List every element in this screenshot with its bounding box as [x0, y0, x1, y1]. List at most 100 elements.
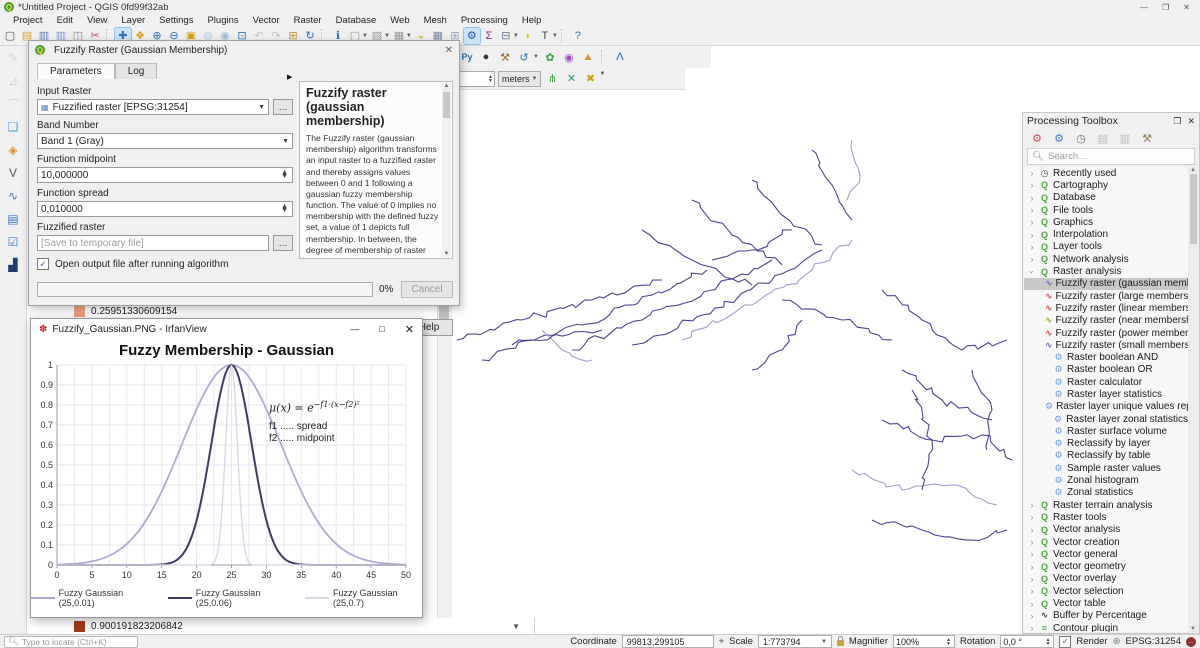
menu-settings[interactable]: Settings [152, 15, 200, 26]
tree-expander-icon[interactable]: › [1028, 586, 1036, 596]
node-tool-icon[interactable]: ⌒ [5, 96, 21, 112]
close-icon[interactable]: ✕ [405, 323, 414, 336]
lock-scale-icon[interactable] [837, 640, 844, 646]
map-tip-bubble-icon[interactable]: ◗ [520, 28, 536, 44]
input-raster-combo[interactable]: ▦ Fuzzified raster [EPSG:31254] ▼ [37, 99, 269, 115]
chevron-down-icon[interactable]: ▼ [533, 54, 539, 60]
spinner-arrows-icon[interactable]: ▲▼ [1045, 638, 1051, 646]
tree-expander-icon[interactable]: › [1028, 168, 1036, 178]
toolbox-item-cartography[interactable]: ›QCartography [1024, 179, 1188, 191]
tree-expander-icon[interactable]: › [1028, 574, 1036, 584]
close-icon[interactable]: ✕ [1183, 3, 1190, 12]
help-scrollbar[interactable]: ▲ ▼ [442, 83, 451, 257]
tab-parameters[interactable]: Parameters [37, 63, 115, 79]
toolbox-item-reclassify-by-table[interactable]: ⚙Reclassify by table [1024, 450, 1188, 462]
tree-expander-icon[interactable]: › [1028, 205, 1036, 215]
toolbox-models-icon[interactable]: ⚙ [1029, 130, 1045, 146]
menu-raster[interactable]: Raster [287, 15, 329, 26]
render-checkbox[interactable]: ✓ [1059, 636, 1071, 648]
scroll-down-icon[interactable]: ▼ [1190, 626, 1196, 632]
toolbox-item-layer-tools[interactable]: ›QLayer tools [1024, 241, 1188, 253]
spinner-arrows-icon[interactable]: ▲▼ [946, 638, 952, 646]
chevron-down-icon[interactable]: ▼ [406, 33, 412, 39]
toolbox-item-vector-table[interactable]: ›QVector table [1024, 597, 1188, 609]
units-combo[interactable]: meters ▼ [498, 71, 541, 87]
menu-view[interactable]: View [80, 15, 114, 26]
mouse-position-icon[interactable]: ⌖ [719, 636, 724, 647]
dialog-titlebar[interactable]: Q Fuzzify Raster (Gaussian Membership) ✕ [29, 41, 459, 59]
tree-expander-icon[interactable]: › [1028, 537, 1036, 547]
tree-expander-icon[interactable]: › [1028, 230, 1036, 240]
menu-project[interactable]: Project [6, 15, 50, 26]
plugin-manager-icon[interactable]: ✿ [542, 49, 558, 65]
project-new-icon[interactable]: ▢ [2, 28, 18, 44]
scale-combo[interactable]: 1:773794 ▼ [758, 635, 832, 648]
toolbox-item-raster-layer-statistics[interactable]: ⚙Raster layer statistics [1024, 388, 1188, 400]
scroll-down-icon[interactable]: ▼ [444, 251, 450, 257]
messages-icon[interactable]: … [1186, 637, 1196, 647]
spinner-arrows-icon[interactable]: ▲▼ [281, 205, 289, 213]
toolbox-item-vector-overlay[interactable]: ›QVector overlay [1024, 573, 1188, 585]
toolbox-item-raster-boolean-or[interactable]: ⚙Raster boolean OR [1024, 364, 1188, 376]
toolbox-item-fuzzify-raster-large-membership-[interactable]: ∿Fuzzify raster (large membership) [1024, 290, 1188, 302]
minimize-icon[interactable]: — [350, 324, 359, 334]
tree-expander-icon[interactable]: › [1027, 268, 1037, 276]
toolbox-item-vector-geometry[interactable]: ›QVector geometry [1024, 561, 1188, 573]
text-annotation-icon[interactable]: T [537, 28, 553, 44]
chevron-down-icon[interactable]: ▼ [513, 33, 519, 39]
menu-web[interactable]: Web [383, 15, 416, 26]
tree-expander-icon[interactable]: › [1028, 217, 1036, 227]
float-panel-icon[interactable]: ❐ [1173, 116, 1181, 127]
close-panel-icon[interactable]: ✕ [1187, 116, 1195, 127]
toolbox-item-contour-plugin[interactable]: ›≈Contour plugin [1024, 622, 1188, 632]
tree-expander-icon[interactable]: › [1028, 242, 1036, 252]
spinner-arrows-icon[interactable]: ▲▼ [281, 171, 289, 179]
tree-expander-icon[interactable]: › [1028, 562, 1036, 572]
scroll-thumb[interactable] [1190, 174, 1197, 244]
add-vector-layer-icon[interactable]: ❏ [5, 119, 21, 135]
digitize-pen-icon[interactable]: ✎ [5, 50, 21, 66]
chevron-down-icon[interactable]: ▼ [512, 622, 520, 631]
add-raster-layer-icon[interactable]: ◈ [5, 142, 21, 158]
vertex-tool-b-icon[interactable]: ✕ [563, 71, 579, 87]
toolbox-item-vector-analysis[interactable]: ›QVector analysis [1024, 524, 1188, 536]
layer-legend-row-bottom[interactable]: 0.900191823206842 ▼ [28, 618, 535, 634]
toolbox-item-raster-boolean-and[interactable]: ⚙Raster boolean AND [1024, 351, 1188, 363]
toolbox-item-raster-tools[interactable]: ›QRaster tools [1024, 511, 1188, 523]
menu-processing[interactable]: Processing [454, 15, 515, 26]
help-contents-icon[interactable]: ? [570, 28, 586, 44]
vertex-tool-c-icon[interactable]: ✖ [582, 71, 598, 87]
menu-vector[interactable]: Vector [246, 15, 287, 26]
maximize-icon[interactable]: □ [379, 324, 384, 334]
tree-expander-icon[interactable]: › [1028, 193, 1036, 203]
toolbox-history-icon[interactable]: ◷ [1073, 130, 1089, 146]
processing-history-icon[interactable]: ◉ [561, 49, 577, 65]
toolbox-scrollbar[interactable]: ▲ ▼ [1188, 167, 1198, 632]
toolbox-item-buffer-by-percentage[interactable]: ›∿Buffer by Percentage [1024, 610, 1188, 622]
tree-expander-icon[interactable]: › [1028, 500, 1036, 510]
processing-toolbox-icon[interactable]: ⚙ [464, 28, 480, 44]
tree-expander-icon[interactable]: › [1028, 525, 1036, 535]
crs-globe-icon[interactable]: ⊛ [1113, 636, 1121, 647]
snapping-tolerance-spinner[interactable]: ▲▼ [459, 71, 495, 87]
function-midpoint-spinner[interactable]: 10,000000 ▲▼ [37, 167, 293, 183]
tree-expander-icon[interactable]: › [1028, 611, 1036, 621]
python-console-icon[interactable]: Py [459, 49, 475, 65]
toolbox-item-database[interactable]: ›QDatabase [1024, 192, 1188, 204]
scroll-up-icon[interactable]: ▲ [1190, 167, 1196, 173]
band-number-combo[interactable]: Band 1 (Gray) ▼ [37, 133, 293, 149]
add-delimited-text-layer-icon[interactable]: V [5, 165, 21, 181]
locator-input[interactable]: 🔍︎ Type to locate (Ctrl+K) [4, 636, 138, 648]
scroll-thumb[interactable] [443, 92, 450, 118]
toolbox-item-fuzzify-raster-linear-membership-[interactable]: ∿Fuzzify raster (linear membership) [1024, 302, 1188, 314]
toolbox-item-vector-general[interactable]: ›QVector general [1024, 548, 1188, 560]
menu-layer[interactable]: Layer [114, 15, 152, 26]
advanced-digitizing-icon[interactable]: ⊿ [5, 73, 21, 89]
menu-database[interactable]: Database [329, 15, 384, 26]
spinner-arrows-icon[interactable]: ▲▼ [488, 72, 494, 86]
add-virtual-layer-icon[interactable]: ☑ [5, 234, 21, 250]
output-browse-button[interactable]: … [273, 235, 293, 251]
scroll-up-icon[interactable]: ▲ [444, 83, 450, 89]
irfanview-titlebar[interactable]: ✽ Fuzzify_Gaussian.PNG - IrfanView — □ ✕ [31, 319, 422, 339]
toolbox-item-raster-layer-unique-values-report[interactable]: ⚙Raster layer unique values report [1024, 401, 1188, 413]
